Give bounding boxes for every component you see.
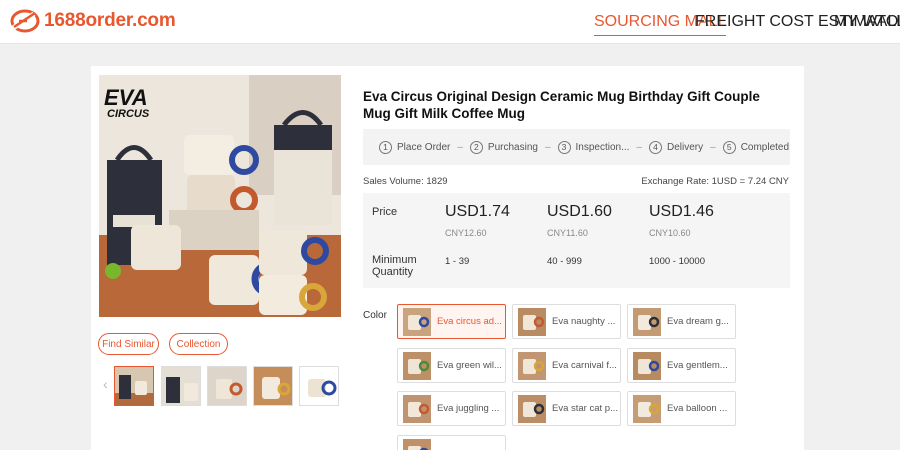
product-thumbnail[interactable] bbox=[253, 366, 293, 406]
step-number-badge: 4 bbox=[649, 140, 662, 154]
top-header: 1688order.com SOURCING MALL FREIGHT COST… bbox=[0, 0, 900, 44]
collection-button[interactable]: Collection bbox=[169, 333, 228, 355]
svg-text:EVA: EVA bbox=[104, 85, 148, 110]
color-option[interactable] bbox=[397, 435, 506, 450]
product-thumbnail[interactable] bbox=[161, 366, 201, 406]
variant-label: Eva green wil... bbox=[437, 360, 502, 371]
thumbnail-image bbox=[208, 367, 246, 405]
svg-text:CIRCUS: CIRCUS bbox=[107, 108, 150, 120]
variant-label: Eva gentlem... bbox=[667, 360, 728, 371]
variant-label: Eva juggling ... bbox=[437, 403, 500, 414]
sales-volume: Sales Volume: 1829 bbox=[363, 176, 448, 187]
color-option[interactable]: Eva gentlem... bbox=[627, 348, 736, 383]
step-inspection: 3 Inspection... bbox=[557, 140, 630, 154]
variant-label: Eva circus ad... bbox=[437, 316, 502, 327]
color-option[interactable]: Eva circus ad... bbox=[397, 304, 506, 339]
chevron-left-icon[interactable]: ‹ bbox=[103, 376, 108, 392]
site-logo[interactable]: 1688order.com bbox=[10, 6, 180, 36]
step-label: Delivery bbox=[667, 141, 704, 153]
price-usd: USD1.46 bbox=[649, 203, 714, 220]
variant-thumbnail bbox=[403, 351, 431, 380]
price-table: Price Minimum Quantity USD1.74 CNY12.60 … bbox=[363, 193, 790, 288]
order-steps: 1 Place Order – 2 Purchasing – 3 Inspect… bbox=[363, 129, 790, 165]
variant-label: Eva dream g... bbox=[667, 316, 729, 327]
find-similar-button[interactable]: Find Similar bbox=[98, 333, 159, 355]
variant-thumbnail bbox=[518, 351, 546, 380]
price-usd: USD1.60 bbox=[547, 203, 612, 220]
variant-label: Eva naughty ... bbox=[552, 316, 616, 327]
price-tier-1: USD1.74 CNY12.60 bbox=[445, 203, 510, 238]
tier-quantity: 1 - 39 bbox=[445, 256, 470, 267]
variant-thumbnail bbox=[633, 351, 661, 380]
thumbnail-image bbox=[162, 367, 200, 405]
step-number-badge: 2 bbox=[469, 140, 483, 154]
step-separator: – bbox=[710, 141, 716, 153]
color-option[interactable]: Eva dream g... bbox=[627, 304, 736, 339]
step-place-order: 1 Place Order bbox=[379, 140, 451, 154]
variant-thumbnail bbox=[403, 394, 431, 423]
step-separator: – bbox=[457, 141, 463, 153]
color-option[interactable]: Eva balloon ... bbox=[627, 391, 736, 426]
step-separator: – bbox=[544, 141, 551, 153]
step-purchasing: 2 Purchasing bbox=[469, 140, 538, 154]
logo-text: 1688order.com bbox=[44, 10, 176, 31]
step-delivery: 4 Delivery bbox=[649, 140, 704, 154]
variant-thumbnail bbox=[633, 307, 661, 336]
color-option[interactable]: Eva green wil... bbox=[397, 348, 506, 383]
minimum-quantity-label: Minimum Quantity bbox=[372, 254, 417, 278]
color-label: Color bbox=[363, 310, 387, 321]
color-option[interactable]: Eva naughty ... bbox=[512, 304, 621, 339]
step-label: Completed bbox=[740, 141, 790, 153]
price-cny: CNY10.60 bbox=[649, 228, 691, 238]
color-option[interactable]: Eva star cat p... bbox=[512, 391, 621, 426]
product-thumbnail[interactable] bbox=[207, 366, 247, 406]
price-cny: CNY11.60 bbox=[547, 228, 588, 238]
step-label: Place Order bbox=[397, 141, 451, 153]
product-title: Eva Circus Original Design Ceramic Mug B… bbox=[363, 89, 760, 121]
product-card: EVA CIRCUS Find Similar Collection ‹ Eva… bbox=[91, 66, 804, 450]
price-usd: USD1.74 bbox=[445, 203, 510, 220]
logo-icon bbox=[10, 9, 40, 33]
thumbnail-image bbox=[300, 367, 338, 405]
tier-quantity: 1000 - 10000 bbox=[649, 256, 705, 267]
price-tier-2: USD1.60 CNY11.60 bbox=[547, 203, 612, 238]
color-option[interactable]: Eva juggling ... bbox=[397, 391, 506, 426]
variant-label: Eva carnival f... bbox=[552, 360, 617, 371]
sales-volume-value: 1829 bbox=[426, 176, 448, 187]
variant-thumbnail bbox=[518, 394, 546, 423]
variant-thumbnail bbox=[518, 307, 546, 336]
step-label: Purchasing bbox=[487, 141, 538, 153]
step-completed: 5 Completed bbox=[722, 140, 790, 154]
nav-my-wallet[interactable]: MY WALLET bbox=[834, 13, 900, 35]
step-number-badge: 1 bbox=[379, 140, 392, 154]
color-option[interactable]: Eva carnival f... bbox=[512, 348, 621, 383]
tier-quantity: 40 - 999 bbox=[547, 256, 582, 267]
sales-volume-label: Sales Volume: bbox=[363, 176, 424, 187]
price-cny: CNY12.60 bbox=[445, 228, 487, 238]
product-photo: EVA CIRCUS bbox=[99, 75, 341, 317]
variant-label: Eva balloon ... bbox=[667, 403, 728, 414]
variant-thumbnail bbox=[403, 438, 431, 450]
thumbnail-image bbox=[115, 367, 153, 405]
product-thumbnail[interactable] bbox=[299, 366, 339, 406]
product-thumbnail[interactable] bbox=[114, 366, 154, 406]
step-number-badge: 3 bbox=[557, 140, 571, 154]
product-main-image[interactable]: EVA CIRCUS bbox=[99, 75, 341, 317]
price-label: Price bbox=[372, 206, 398, 218]
variant-thumbnail bbox=[633, 394, 661, 423]
price-tier-3: USD1.46 CNY10.60 bbox=[649, 203, 714, 238]
thumbnail-image bbox=[254, 367, 292, 405]
variant-label: Eva star cat p... bbox=[552, 403, 618, 414]
step-separator: – bbox=[636, 141, 642, 153]
exchange-rate: Exchange Rate: 1USD = 7.24 CNY bbox=[641, 176, 789, 187]
variant-thumbnail bbox=[403, 307, 431, 336]
step-number-badge: 5 bbox=[722, 140, 736, 154]
step-label: Inspection... bbox=[575, 141, 630, 153]
